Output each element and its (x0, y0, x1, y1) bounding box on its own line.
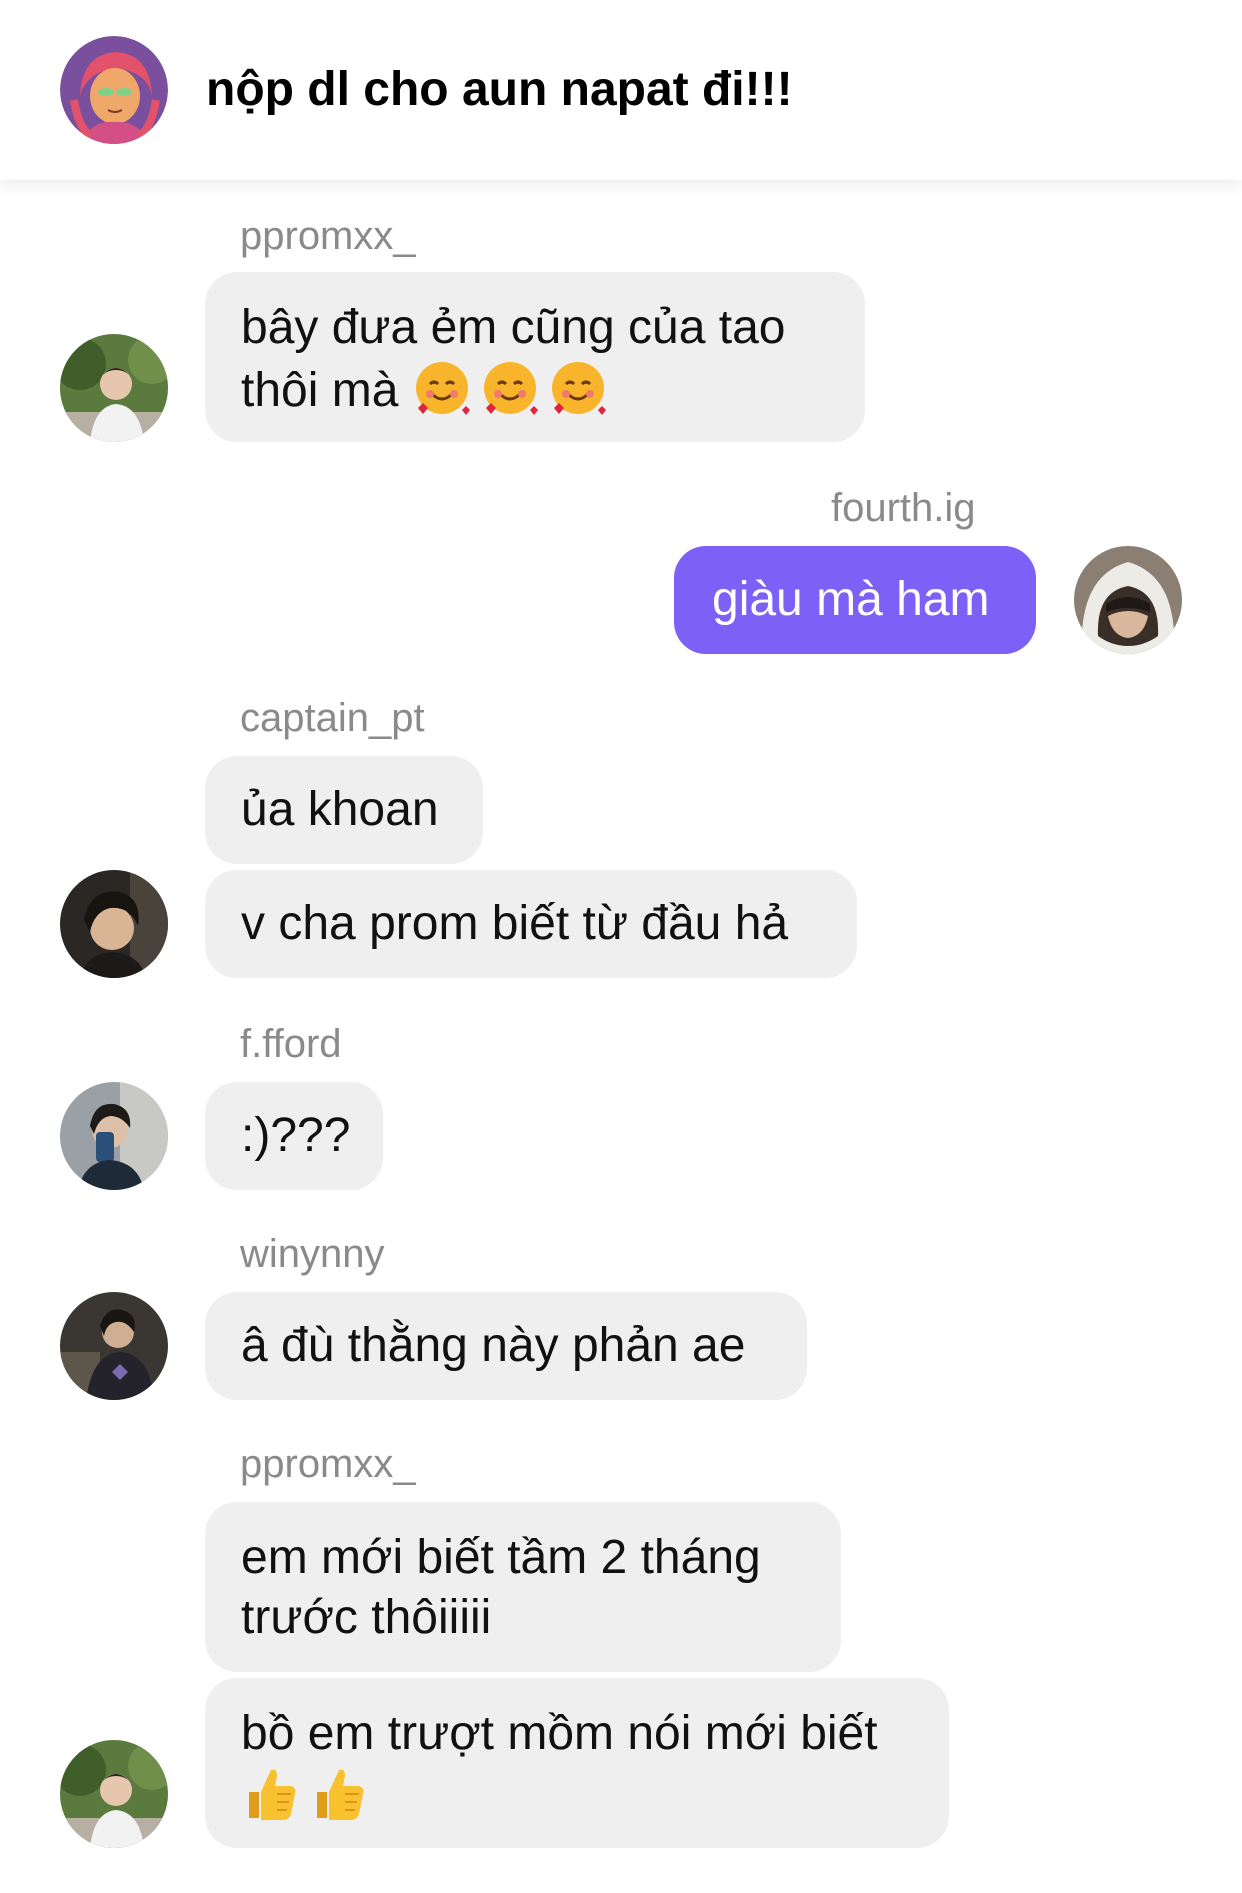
message-text: v cha prom biết từ đầu hả (241, 897, 789, 950)
avatar[interactable] (60, 334, 168, 442)
sender-name: captain_pt (240, 696, 425, 740)
message-text: â đù thằng này phản ae (241, 1319, 746, 1372)
smiling-face-with-hearts-emoji (548, 358, 608, 418)
avatar[interactable] (60, 1740, 168, 1848)
thumbs-up-emoji (309, 1764, 369, 1824)
smiling-face-with-hearts-emoji (412, 358, 472, 418)
message-bubble[interactable]: ủa khoan (205, 756, 483, 864)
sender-name: ppromxx_ (240, 214, 416, 258)
message-text: giàu mà ham (712, 573, 990, 626)
sender-name: f.fford (240, 1022, 342, 1066)
group-avatar[interactable] (60, 36, 168, 144)
avatar[interactable] (1074, 546, 1182, 654)
avatar[interactable] (60, 1082, 168, 1190)
smiling-face-with-hearts-emoji (480, 358, 540, 418)
sender-name: winynny (240, 1232, 385, 1276)
sender-name: fourth.ig (831, 486, 976, 530)
message-bubble[interactable]: bồ em trượt mồm nói mới biết (205, 1678, 949, 1848)
avatar[interactable] (60, 870, 168, 978)
message-bubble[interactable]: â đù thằng này phản ae (205, 1292, 807, 1400)
chat-title: nộp dl cho aun napat đi!!! (206, 63, 793, 116)
message-text: em mới biết tầm 2 tháng trước thôiiiii (241, 1531, 761, 1644)
chat-header: nộp dl cho aun napat đi!!! (0, 0, 1242, 180)
thumbs-up-emoji (241, 1764, 301, 1824)
message-bubble[interactable]: bây đưa ẻm cũng của tao thôi mà (205, 272, 865, 442)
message-bubble[interactable]: em mới biết tầm 2 tháng trước thôiiiii (205, 1502, 841, 1672)
message-text: bồ em trượt mồm nói mới biết (241, 1707, 878, 1760)
message-text: ủa khoan (241, 783, 439, 836)
message-bubble[interactable]: :)??? (205, 1082, 383, 1190)
message-bubble[interactable]: giàu mà ham (674, 546, 1036, 654)
message-text: :)??? (241, 1109, 351, 1162)
message-bubble[interactable]: v cha prom biết từ đầu hả (205, 870, 857, 978)
avatar[interactable] (60, 1292, 168, 1400)
sender-name: ppromxx_ (240, 1442, 416, 1486)
